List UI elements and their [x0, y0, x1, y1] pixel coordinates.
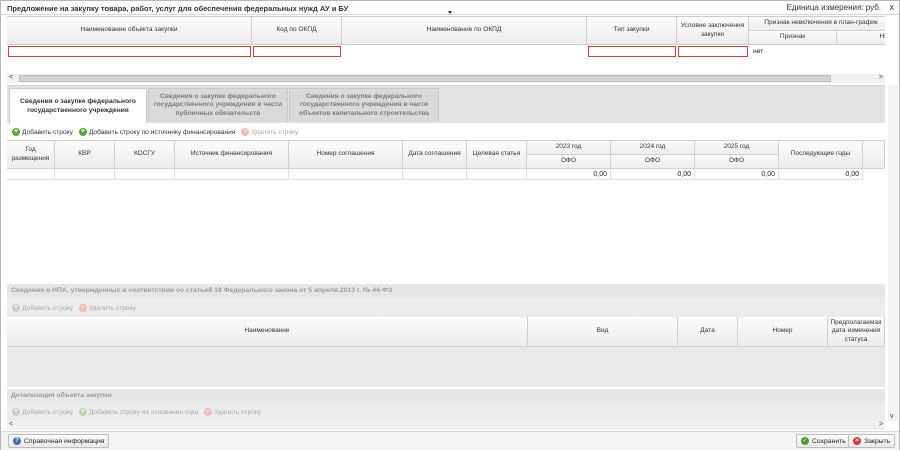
- add-icon: +: [12, 128, 20, 136]
- cell-kvr[interactable]: [55, 169, 115, 180]
- npa-toolbar: + Добавить строку – Удалить строку: [12, 301, 136, 315]
- col-agreement-no[interactable]: Номер соглашения: [289, 141, 403, 169]
- add-row-by-source-button[interactable]: + Добавить строку по источнику финансиров…: [78, 128, 235, 136]
- col-2025-ofo[interactable]: ОФО: [695, 155, 779, 169]
- col-purchase-type[interactable]: Тип закупки: [587, 17, 677, 45]
- add-icon: +: [12, 408, 20, 416]
- col-2023: 2023 год: [527, 141, 611, 155]
- detail-toolbar-area: + Добавить строку + Добавить строку на осн…: [7, 403, 885, 421]
- help-button[interactable]: ? Справочная информация: [8, 434, 110, 448]
- total-2024[interactable]: 0,00: [611, 169, 695, 180]
- units-label: Единица измерения: руб.: [786, 3, 881, 12]
- cell-agreement-no[interactable]: [289, 169, 403, 180]
- col-kosgu[interactable]: КОСГУ: [115, 141, 175, 169]
- detail-section-header: Детализация объекта закупки: [7, 389, 885, 403]
- detail-toolbar: + Добавить строку + Добавить строку на осн…: [12, 405, 261, 419]
- footer-bar: ? Справочная информация ✓ Сохранить ✕ Закры…: [1, 431, 899, 450]
- tab-public-obligations[interactable]: Сведения о закупке федерального государс…: [148, 88, 288, 122]
- purchase-object-grid: Наименование объекта закупки Код по ОКПД…: [7, 16, 885, 74]
- npa-col-number[interactable]: Номер: [738, 317, 828, 347]
- bottom-hscrollbar[interactable]: < >: [7, 421, 885, 430]
- delete-icon: –: [78, 304, 87, 312]
- add-icon: +: [12, 304, 20, 312]
- col-kvr[interactable]: КВР: [55, 141, 115, 169]
- scroll-down-icon[interactable]: v: [890, 413, 894, 420]
- delete-icon: –: [241, 128, 250, 136]
- close-circle-icon: ✕: [853, 437, 861, 445]
- col-year[interactable]: Год размещения: [7, 141, 55, 169]
- scroll-left-icon[interactable]: <: [9, 74, 13, 81]
- scroll-left-icon[interactable]: <: [9, 421, 13, 428]
- col-2023-ofo[interactable]: ОФО: [527, 155, 611, 169]
- col-sign[interactable]: Признак: [749, 31, 837, 45]
- cell-kosgu[interactable]: [115, 169, 175, 180]
- npa-col-expected-date[interactable]: Предполагаемая дата изменения статуса: [828, 317, 885, 347]
- detail-section-title: Детализация объекта закупки: [11, 392, 112, 399]
- add-icon: +: [78, 128, 87, 136]
- window-title: Предложение на закупку товара, работ, ус…: [7, 4, 349, 13]
- col-np[interactable]: НП: [837, 31, 885, 45]
- col-next-years[interactable]: Последующие годы: [779, 141, 863, 169]
- col-exclusion-group: Признак невключения в план-график: [749, 17, 885, 31]
- collapse-arrow-icon[interactable]: [448, 11, 452, 14]
- scroll-right-icon[interactable]: >: [879, 421, 883, 428]
- detail-add-row-button[interactable]: + Добавить строку: [12, 408, 73, 416]
- tab-capital-construction[interactable]: Сведения о закупке федерального государс…: [289, 88, 439, 122]
- detail-add-row-by-year-button[interactable]: + Добавить строку на основании года: [78, 408, 198, 416]
- add-icon: +: [78, 408, 87, 416]
- npa-delete-row-button[interactable]: – Удалить строку: [78, 304, 136, 312]
- add-row-button[interactable]: + Добавить строку: [12, 128, 73, 136]
- close-icon[interactable]: x: [890, 2, 895, 12]
- total-2023[interactable]: 0,00: [527, 169, 611, 180]
- delete-row-button[interactable]: – Удалить строку: [241, 128, 298, 136]
- sign-value[interactable]: нет: [753, 48, 763, 55]
- purchase-proposal-window: Предложение на закупку товара, работ, ус…: [0, 0, 900, 450]
- main-vscrollbar[interactable]: v: [888, 85, 898, 421]
- top-grid-hscrollbar[interactable]: < >: [7, 74, 885, 83]
- detail-delete-row-button[interactable]: – Удалить строку: [204, 408, 261, 416]
- save-button[interactable]: ✓ Сохранить: [796, 434, 851, 448]
- npa-col-name[interactable]: Наименование: [7, 317, 528, 347]
- condition-input[interactable]: [678, 46, 748, 57]
- col-source[interactable]: Источник финансирования: [175, 141, 289, 169]
- total-next-years[interactable]: 0,00: [779, 169, 863, 180]
- col-2024-ofo[interactable]: ОФО: [611, 155, 695, 169]
- scroll-right-icon[interactable]: >: [879, 74, 883, 81]
- cell-agreement-date[interactable]: [403, 169, 467, 180]
- okpd-code-input[interactable]: [253, 46, 341, 57]
- scroll-thumb[interactable]: [19, 75, 831, 82]
- npa-table-header: Наименование Вид Дата Номер Предполагаем…: [7, 317, 885, 347]
- npa-add-row-button[interactable]: + Добавить строку: [12, 304, 73, 312]
- title-bar: Предложение на закупку товара, работ, ус…: [1, 1, 899, 15]
- col-spacer: [863, 141, 885, 169]
- tab-fgu-purchase[interactable]: Сведения о закупке федерального государс…: [9, 88, 147, 124]
- main-toolbar: + Добавить строку + Добавить строку по ист…: [12, 125, 298, 139]
- npa-toolbar-area: + Добавить строку – Удалить строку: [7, 298, 885, 317]
- cell-year[interactable]: [7, 169, 55, 180]
- col-2024: 2024 год: [611, 141, 695, 155]
- delete-icon: –: [204, 408, 213, 416]
- npa-table-body: [7, 347, 885, 387]
- col-target[interactable]: Целевая статья: [467, 141, 527, 169]
- cell-target[interactable]: [467, 169, 527, 180]
- col-okpd-code[interactable]: Код по ОКПД: [252, 17, 342, 45]
- col-okpd-name[interactable]: Наименование по ОКПД: [342, 17, 587, 45]
- col-2025: 2025 год: [695, 141, 779, 155]
- object-name-input[interactable]: [8, 46, 251, 57]
- npa-col-kind[interactable]: Вид: [528, 317, 678, 347]
- npa-section-header: Сведения о НПА, утвержденных в соответст…: [7, 284, 885, 298]
- col-agreement-date[interactable]: Дата соглашения: [403, 141, 467, 169]
- col-condition[interactable]: Условие заключения закупки: [677, 17, 749, 45]
- npa-section-title: Сведения о НПА, утвержденных в соответст…: [11, 287, 393, 294]
- financing-table: Год размещения КВР КОСГУ Источник финанс…: [7, 140, 885, 284]
- cell-source[interactable]: [175, 169, 289, 180]
- tab-strip: Сведения о закупке федерального государс…: [7, 85, 885, 124]
- npa-col-date[interactable]: Дата: [678, 317, 738, 347]
- check-icon: ✓: [801, 437, 809, 445]
- col-object-name[interactable]: Наименование объекта закупки: [7, 17, 252, 45]
- purchase-type-input[interactable]: [588, 46, 676, 57]
- close-button[interactable]: ✕ Закрыть: [848, 434, 896, 448]
- total-2025[interactable]: 0,00: [695, 169, 779, 180]
- help-icon: ?: [13, 437, 21, 445]
